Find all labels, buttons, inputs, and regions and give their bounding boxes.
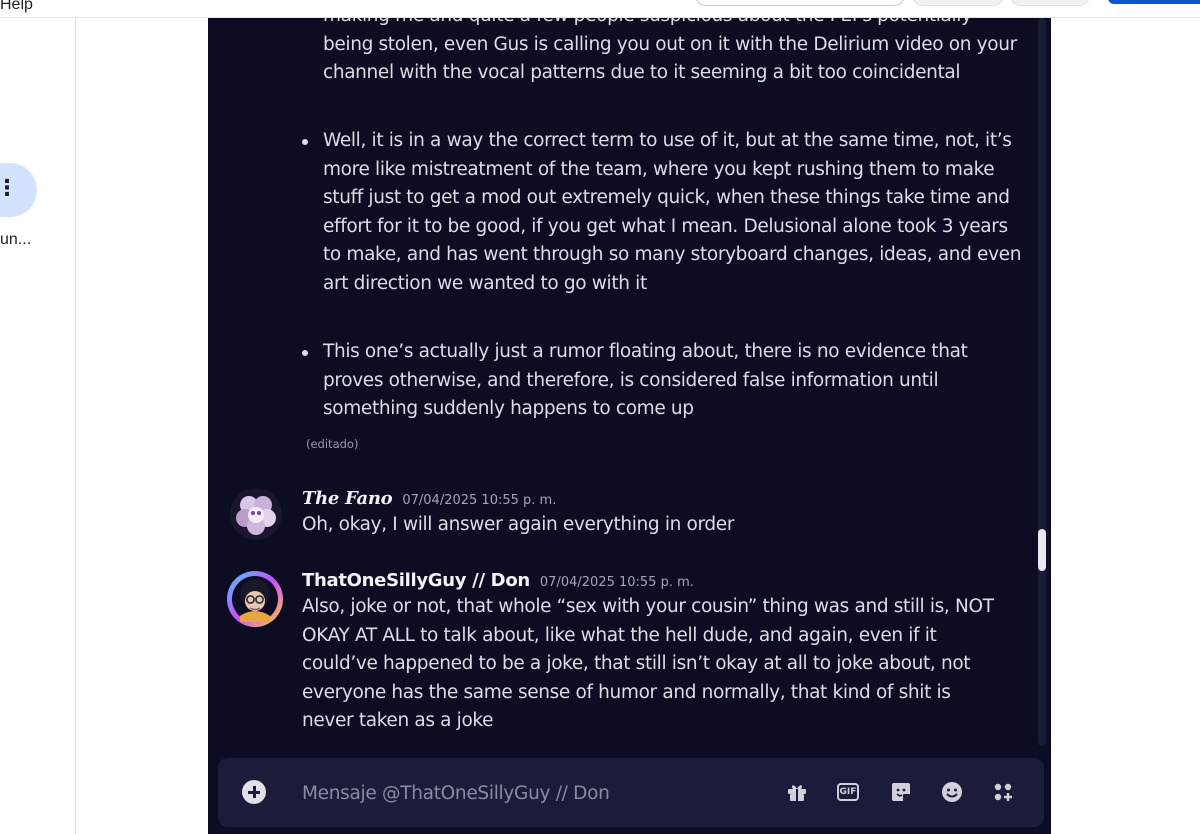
bullet-icon — [302, 139, 308, 145]
message-timestamp: 07/04/2025 10:55 p. m. — [539, 575, 694, 590]
add-attachment-icon[interactable] — [242, 780, 266, 804]
scrollbar-track[interactable] — [1038, 18, 1046, 746]
browser-toolbar: Help — [0, 0, 1200, 18]
toolbar-chip[interactable] — [1010, 0, 1090, 6]
avatar[interactable] — [230, 488, 282, 540]
more-vert-icon[interactable]: ⋮ — [0, 176, 18, 201]
message-text: Also, joke or not, that whole “sex with … — [302, 596, 994, 731]
primary-action-button[interactable] — [1108, 0, 1200, 4]
list-item: This one’s actually just a rumor floatin… — [302, 338, 1023, 424]
bullet-icon — [302, 350, 308, 356]
message-author[interactable]: ThatOneSillyGuy // Don 07/04/2025 10:55 p… — [302, 570, 694, 591]
edited-label: (editado) — [306, 437, 359, 451]
sticker-icon[interactable] — [888, 780, 914, 804]
message-continuation: making me and quite a few people suspici… — [323, 18, 1017, 83]
list-item: Well, it is in a way the correct term to… — [302, 127, 1023, 298]
avatar[interactable] — [226, 570, 284, 628]
message-input[interactable] — [302, 779, 722, 807]
message-author[interactable]: The Fano 07/04/2025 10:55 p. m. — [302, 488, 556, 509]
gif-label: GIF — [837, 783, 859, 801]
gift-icon[interactable] — [784, 780, 810, 804]
emoji-icon[interactable] — [939, 780, 965, 804]
avatar-flower-icon — [230, 488, 282, 540]
gif-icon[interactable]: GIF — [835, 780, 861, 804]
bullet-text: Well, it is in a way the correct term to… — [323, 130, 1022, 294]
search-pill[interactable] — [695, 0, 905, 6]
avatar-character-icon — [227, 571, 283, 627]
message-timestamp: 07/04/2025 10:55 p. m. — [402, 493, 557, 508]
sidebar-item-label[interactable]: un... — [0, 231, 31, 249]
bullet-text: This one’s actually just a rumor floatin… — [323, 341, 968, 419]
scrollbar-thumb[interactable] — [1038, 529, 1046, 571]
message-composer: GIF — [218, 758, 1044, 827]
toolbar-chip[interactable] — [912, 0, 1004, 6]
apps-icon[interactable] — [990, 780, 1016, 804]
left-sidebar — [0, 18, 76, 834]
message-text: Oh, okay, I will answer again everything… — [302, 514, 735, 535]
help-menu-label[interactable]: Help — [0, 0, 33, 14]
discord-chat-window: making me and quite a few people suspici… — [208, 18, 1051, 834]
